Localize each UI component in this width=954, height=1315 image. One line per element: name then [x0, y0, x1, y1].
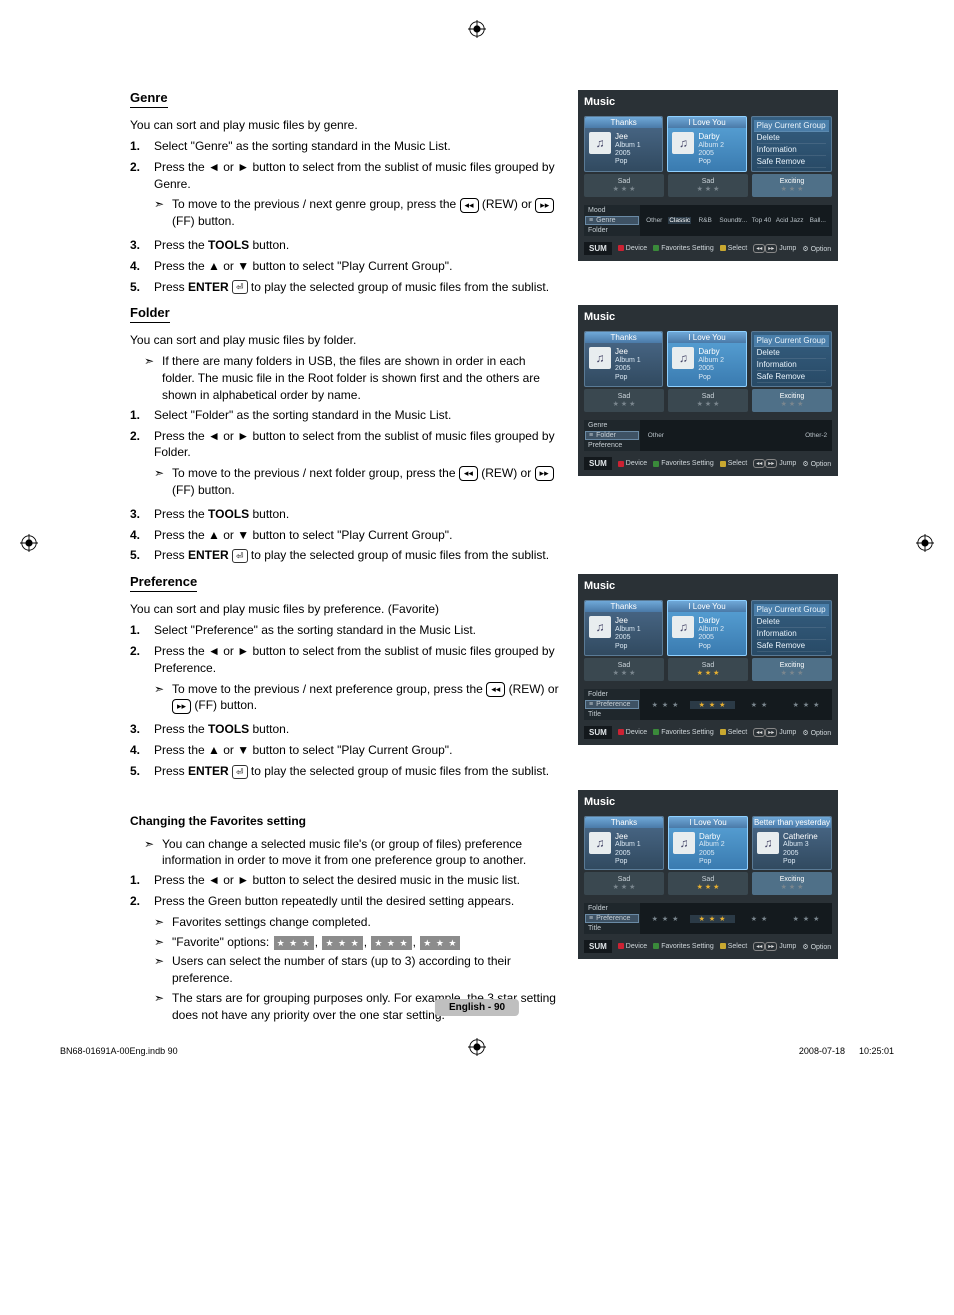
folder-step-4: Press the ▲ or ▼ button to select "Play … — [154, 527, 560, 544]
note-arrow-icon: ➣ — [154, 914, 166, 931]
music-note-icon: ♫ — [673, 832, 695, 854]
menu-play-current-group[interactable]: Play Current Group — [754, 120, 829, 132]
print-mark-icon — [468, 20, 486, 38]
folder-intro-note: If there are many folders in USB, the fi… — [162, 353, 560, 403]
preference-intro: You can sort and play music files by pre… — [130, 602, 560, 616]
note-arrow-icon: ➣ — [154, 465, 166, 499]
music-note-icon: ♫ — [672, 616, 694, 638]
fav-note-1: Favorites settings change completed. — [172, 914, 371, 931]
subheading-favorites: Changing the Favorites setting — [130, 814, 560, 828]
pref-step-2-note: To move to the previous / next preferenc… — [172, 681, 560, 715]
genre-step-2: Press the ◄ or ► button to select from t… — [154, 160, 555, 191]
genre-step-5: Press ENTER ⏎ to play the selected group… — [154, 279, 560, 296]
screenshot-genre: Music Thanks ♫ Jee Album 1 2005 Pop I Lo… — [578, 90, 838, 261]
music-note-icon: ♫ — [672, 132, 694, 154]
pref-step-5: Press ENTER ⏎ to play the selected group… — [154, 763, 560, 780]
note-arrow-icon: ➣ — [154, 990, 166, 1024]
tools-icon: ⚙ — [802, 246, 808, 253]
doc-timestamp: 2008-07-18 10:25:01 — [799, 1046, 894, 1056]
doc-filename: BN68-01691A-00Eng.indb 90 — [60, 1046, 178, 1056]
sum-label: SUM — [584, 242, 612, 255]
note-arrow-icon: ➣ — [154, 934, 166, 951]
music-tile-2: I Love You ♫ Darby Album 2 2005 Pop — [667, 116, 746, 172]
folder-step-2-note: To move to the previous / next folder gr… — [172, 465, 560, 499]
genre-intro: You can sort and play music files by gen… — [130, 118, 560, 132]
folder-step-2: Press the ◄ or ► button to select from t… — [154, 429, 555, 460]
fav-step-1: Press the ◄ or ► button to select the de… — [154, 872, 560, 889]
context-menu: Play Current Group Delete Information Sa… — [751, 116, 832, 172]
fav-note-2: "Favorite" options: ★ ★ ★, ★ ★ ★, ★ ★ ★,… — [172, 934, 461, 951]
menu-information[interactable]: Information — [757, 144, 826, 156]
note-arrow-icon: ➣ — [144, 836, 156, 870]
section-heading-genre: Genre — [130, 90, 168, 108]
screenshot-favorites: Music Thanks ♫JeeAlbum 12005Pop I Love Y… — [578, 790, 838, 960]
folder-step-3: Press the TOOLS button. — [154, 506, 560, 523]
list-icon: ≡ — [589, 701, 593, 708]
folder-step-1: Select "Folder" as the sorting standard … — [154, 407, 560, 424]
note-arrow-icon: ➣ — [144, 353, 156, 403]
note-arrow-icon: ➣ — [154, 196, 166, 230]
pref-step-2: Press the ◄ or ► button to select from t… — [154, 644, 555, 675]
fav-step-2: Press the Green button repeatedly until … — [154, 894, 514, 908]
favorites-intro: You can change a selected music file's (… — [162, 836, 560, 870]
music-note-icon: ♫ — [589, 132, 611, 154]
genre-step-4: Press the ▲ or ▼ button to select "Play … — [154, 258, 560, 275]
print-mark-icon — [916, 534, 934, 552]
genre-step-1: Select "Genre" as the sorting standard i… — [154, 138, 560, 155]
tools-icon: ⚙ — [802, 461, 808, 468]
section-heading-folder: Folder — [130, 305, 170, 323]
folder-step-5: Press ENTER ⏎ to play the selected group… — [154, 547, 560, 564]
section-heading-preference: Preference — [130, 574, 197, 592]
tools-icon: ⚙ — [802, 730, 808, 737]
pref-step-3: Press the TOOLS button. — [154, 721, 560, 738]
page-number-badge: English - 90 — [435, 999, 519, 1016]
menu-safe-remove[interactable]: Safe Remove — [757, 156, 826, 168]
music-tile-1: Thanks ♫ Jee Album 1 2005 Pop — [584, 116, 663, 172]
music-note-icon: ♫ — [589, 616, 611, 638]
music-note-icon: ♫ — [757, 832, 779, 854]
pref-step-4: Press the ▲ or ▼ button to select "Play … — [154, 742, 560, 759]
list-icon: ≡ — [589, 217, 593, 224]
music-note-icon: ♫ — [672, 347, 694, 369]
shot-title: Music — [584, 96, 832, 108]
tools-icon: ⚙ — [802, 944, 808, 951]
list-icon: ≡ — [589, 915, 593, 922]
fav-note-3: Users can select the number of stars (up… — [172, 953, 560, 987]
music-note-icon: ♫ — [589, 832, 611, 854]
note-arrow-icon: ➣ — [154, 953, 166, 987]
music-note-icon: ♫ — [589, 347, 611, 369]
genre-step-3: Press the TOOLS button. — [154, 237, 560, 254]
screenshot-folder: Music Thanks ♫JeeAlbum 12005Pop I Love Y… — [578, 305, 838, 476]
screenshot-preference: Music Thanks ♫JeeAlbum 12005Pop I Love Y… — [578, 574, 838, 745]
print-mark-icon — [20, 534, 38, 552]
print-mark-icon — [468, 1038, 486, 1056]
pref-step-1: Select "Preference" as the sorting stand… — [154, 622, 560, 639]
note-arrow-icon: ➣ — [154, 681, 166, 715]
list-icon: ≡ — [589, 432, 593, 439]
menu-delete[interactable]: Delete — [757, 132, 826, 144]
genre-step-2-note: To move to the previous / next genre gro… — [172, 196, 560, 230]
folder-intro: You can sort and play music files by fol… — [130, 333, 560, 347]
